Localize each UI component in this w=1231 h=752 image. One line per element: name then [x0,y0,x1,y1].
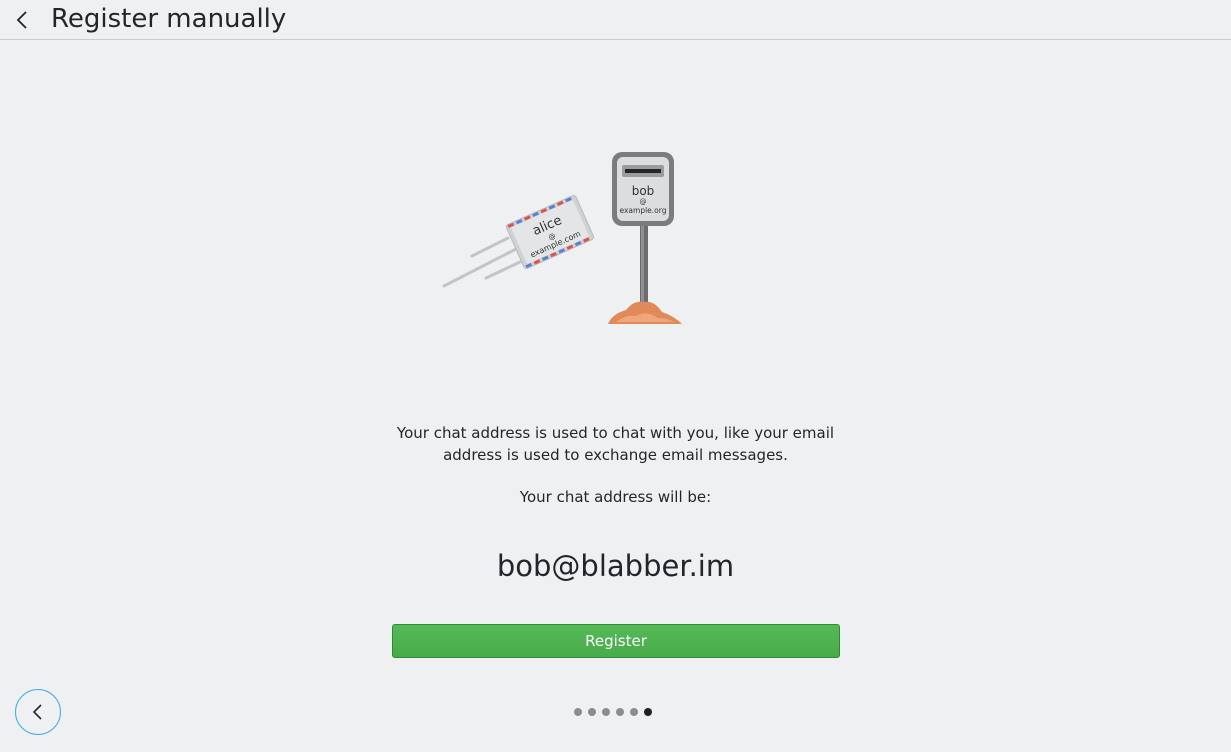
header-bar: Register manually [0,0,1231,40]
info-line-1: Your chat address is used to chat with y… [396,424,835,442]
page-dot [574,708,582,716]
page-indicator [574,708,652,718]
header-back-button[interactable] [6,4,38,36]
info-line-2: address is used to exchange email messag… [443,446,788,464]
previous-page-button[interactable] [15,689,61,735]
speed-lines [442,236,522,288]
page-dot [644,708,652,716]
chevron-left-icon [16,11,27,29]
chat-address: bob@blabber.im [496,549,735,583]
mailbox-domain: example.org [620,206,667,215]
page-dot [602,708,610,716]
info-text: Your chat address is used to chat with y… [340,422,891,466]
mailbox-at: @ [640,198,647,206]
mail-illustration: alice @ example.com bob @ example.org [442,152,682,324]
chevron-left-icon [32,704,42,720]
envelope-icon: alice @ example.com [505,195,595,269]
page-dot [588,708,596,716]
register-button[interactable]: Register [392,624,840,658]
mailbox-name: bob [632,184,655,198]
page-dot [616,708,624,716]
page-title: Register manually [51,4,287,34]
address-label: Your chat address will be: [519,488,712,506]
mailbox-icon: bob @ example.org [608,152,682,324]
page-dot [630,708,638,716]
